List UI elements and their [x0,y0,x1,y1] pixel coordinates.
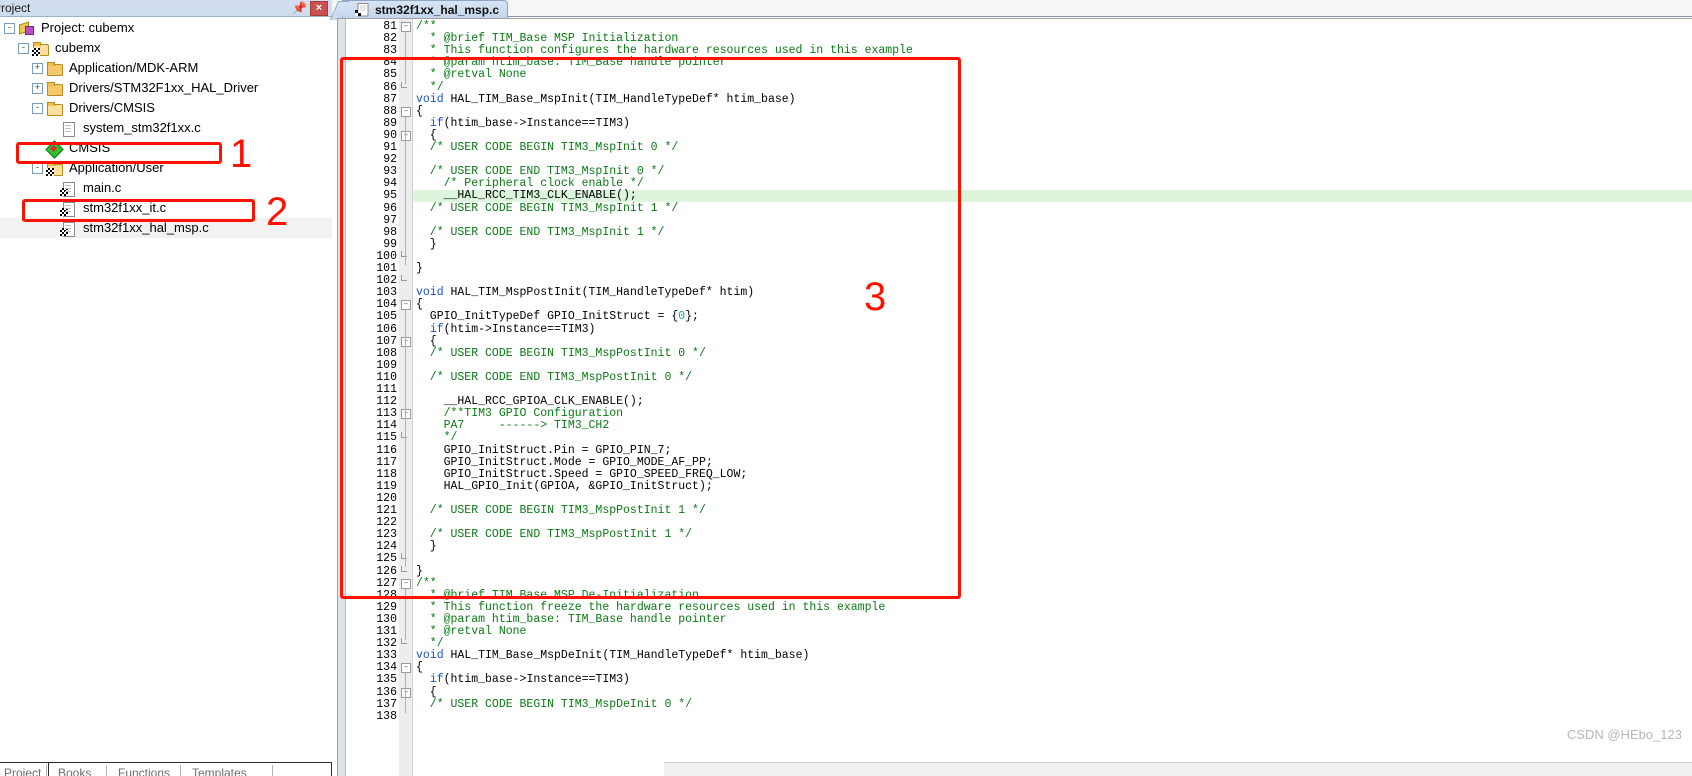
fold-connector [405,696,406,713]
tree-item[interactable]: - cubemx [0,38,332,58]
tree-item-label: Project: cubemx [41,20,135,35]
pane-tab-functions[interactable]: Functions [118,766,170,776]
tree-item-label: cubemx [55,40,101,55]
annotation-box-3 [340,57,961,599]
editor-bottom-strip [664,762,1692,776]
code-line[interactable]: 131 * @retval None [338,625,1692,638]
folder-open-icon [46,101,63,116]
code-line[interactable]: 130 * @param htim_base: TIM_Base handle … [338,613,1692,626]
close-icon[interactable]: × [310,1,328,16]
tree-item[interactable]: system_stm32f1xx.c [0,118,332,138]
tree-expander[interactable]: - [32,162,43,174]
tree-expander[interactable]: - [32,102,43,114]
fold-toggle-icon[interactable]: – [401,687,411,698]
document-icon [60,121,77,137]
tree-item[interactable]: + Application/MDK-ARM [0,58,332,78]
pane-tab-separator [272,765,273,776]
folder-group-icon [32,41,49,56]
project-pane: Project 📌 × -Project: cubemx-cubemx+Appl… [0,0,332,776]
app-window: Project 📌 × -Project: cubemx-cubemx+Appl… [0,0,1692,776]
code-line[interactable]: 137 /* USER CODE BEGIN TIM3_MspDeInit 0 … [338,697,1692,711]
code-text: if(htim_base->Instance==TIM3) [429,673,630,687]
line-number: 135 [376,673,397,687]
annotation-label-2: 2 [266,190,289,234]
tree-item[interactable]: - Project: cubemx [0,18,332,38]
project-pane-titlebar: Project 📌 × [0,0,332,17]
editor-tab-label: stm32f1xx_hal_msp.c [375,3,500,17]
annotation-label-1: 1 [230,132,253,176]
code-line[interactable]: 138 [338,709,1692,723]
project-pane-bottom-tabs[interactable]: Project Books Functions Templates [0,762,332,776]
tab-stm32f1xx-hal-msp-c[interactable]: stm32f1xx_hal_msp.c [342,0,508,18]
project-pane-title: Project [0,1,31,15]
c-source-icon [355,3,371,17]
tree-item-label: system_stm32f1xx.c [83,120,201,135]
line-number: 136 [376,685,397,699]
tree-item-label: main.c [83,180,122,195]
code-text: void HAL_TIM_Base_MspDeInit(TIM_HandleTy… [416,649,810,663]
folder-icon [46,81,63,96]
fold-toggle-icon[interactable]: – [401,22,411,32]
project-icon [18,21,35,36]
code-line[interactable]: 133 void HAL_TIM_Base_MspDeInit(TIM_Handl… [338,650,1692,662]
watermark: CSDN @HEbo_123 [1566,727,1682,742]
pane-tab-separator [106,765,107,776]
pane-tab-books[interactable]: Books [58,766,91,776]
annotation-box-1 [16,142,222,164]
tree-item[interactable]: - Drivers/CMSIS [0,98,332,118]
c-source-icon [60,221,77,237]
project-tree[interactable]: - Project: cubemx - cubemx + Application/MDK-… [0,18,332,756]
tree-item[interactable]: + Drivers/STM32F1xx_HAL_Driver [0,78,332,98]
folder-icon [46,61,63,76]
code-line[interactable]: 135 if(htim_base->Instance==TIM3) [338,674,1692,686]
tree-expander[interactable]: + [32,62,43,74]
line-number: 138 [376,709,397,723]
annotation-box-2 [22,199,255,222]
tree-item-label: Drivers/STM32F1xx_HAL_Driver [69,80,259,95]
annotation-label-3: 3 [864,275,887,319]
fold-end-marker [401,638,407,645]
tree-expander[interactable]: - [4,22,15,34]
line-number: 137 [376,697,397,711]
pane-tab-separator [180,765,181,776]
pane-tab-templates[interactable]: Templates [192,766,247,776]
pane-tab-separator [46,765,47,776]
pin-icon[interactable]: 📌 [292,1,307,16]
code-text: /* USER CODE BEGIN TIM3_MspDeInit 0 */ [416,697,693,711]
tree-expander[interactable]: + [32,82,43,94]
pane-tab-project[interactable]: Project [4,766,41,776]
tree-item-label: Application/MDK-ARM [69,60,199,75]
fold-toggle-icon[interactable]: – [401,663,411,674]
tree-expander[interactable]: - [18,42,29,54]
tree-item-label: Drivers/CMSIS [69,100,155,115]
editor-tabstrip: stm32f1xx_hal_msp.c [332,0,1692,18]
c-source-icon [60,181,77,197]
